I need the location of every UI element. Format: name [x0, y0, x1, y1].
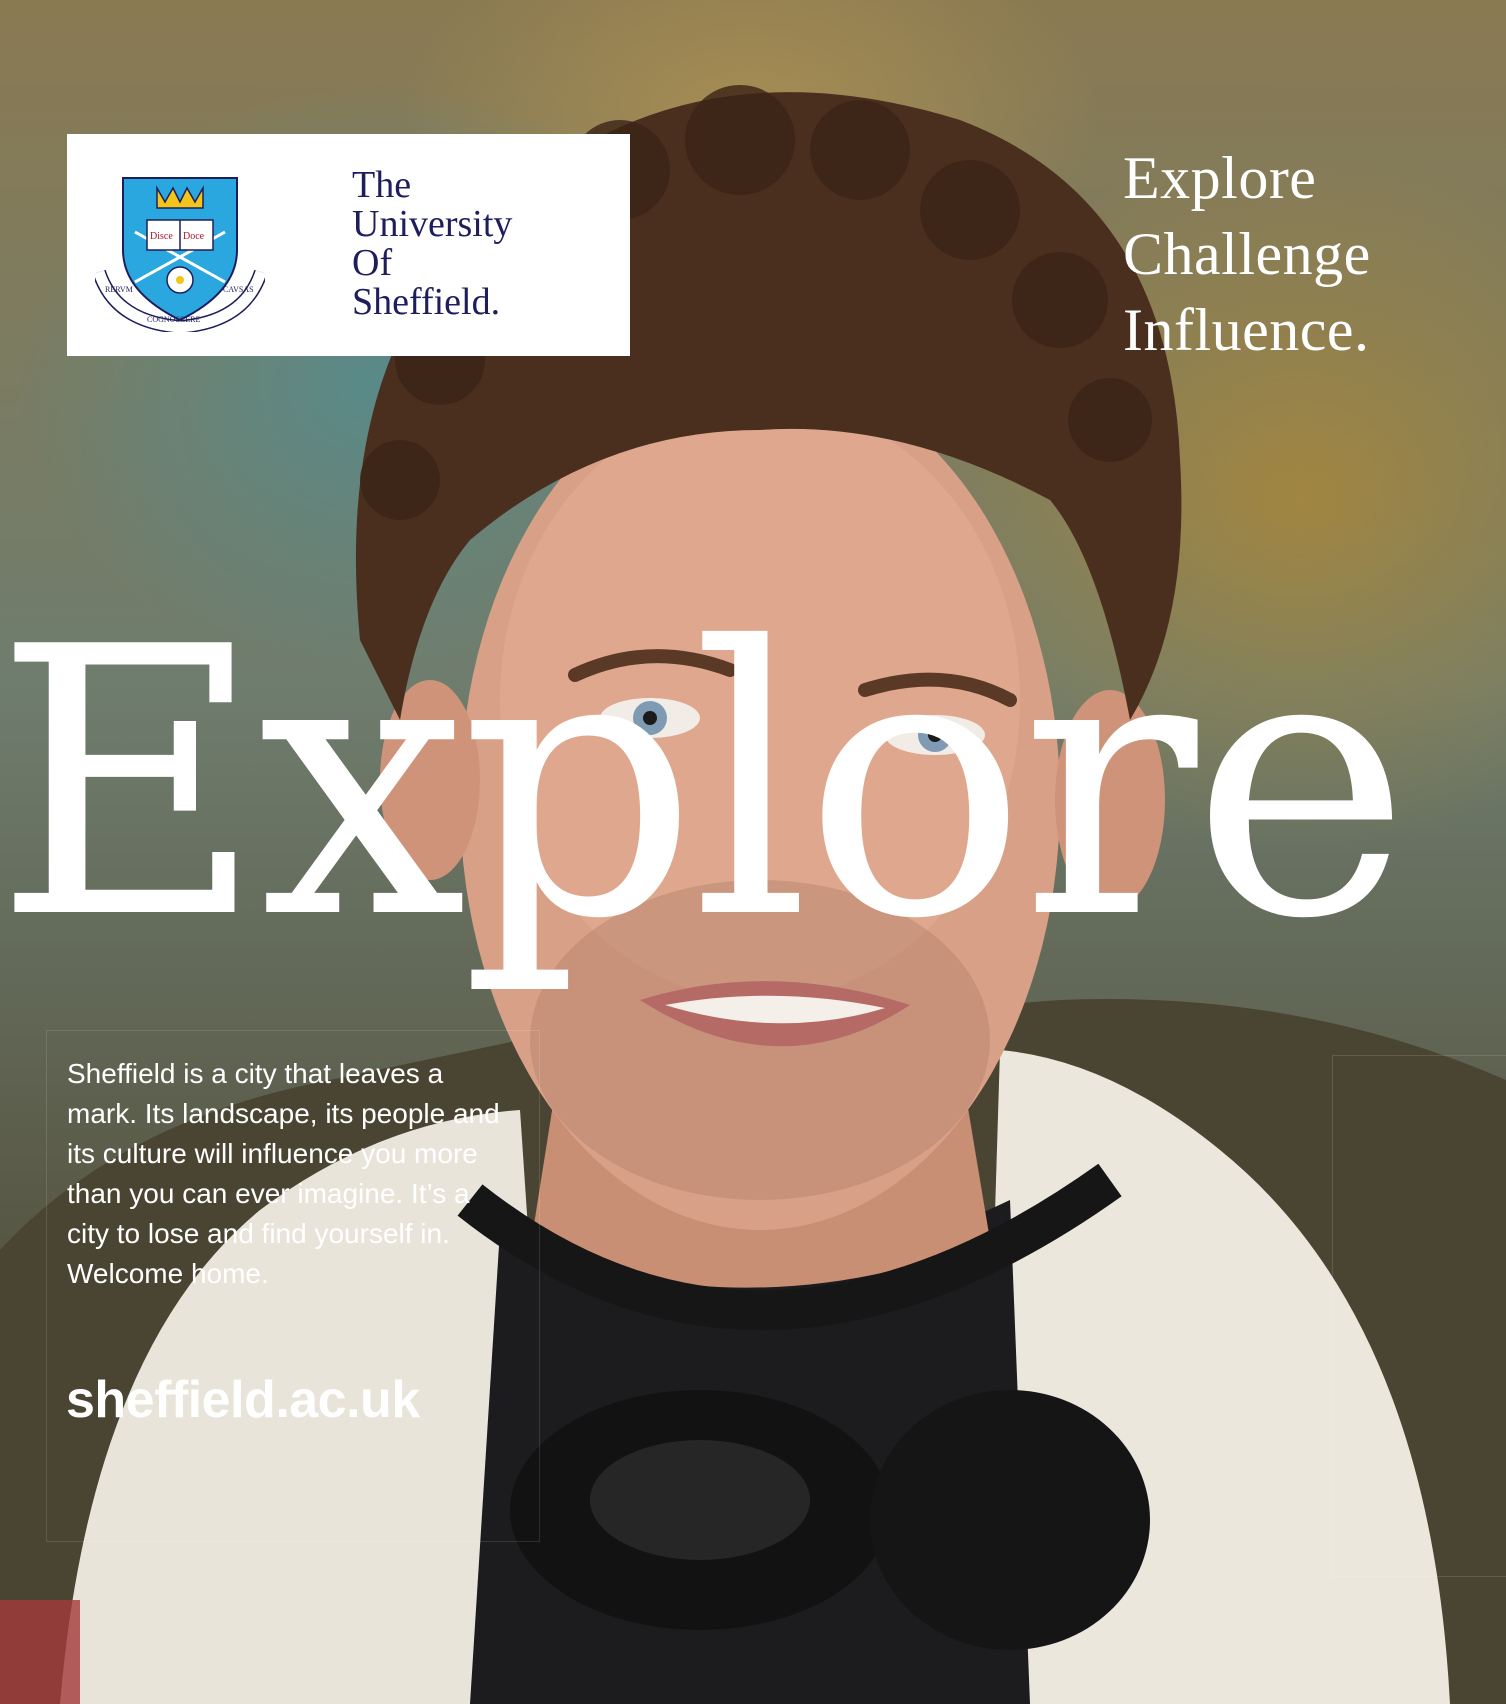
tagline: Explore Challenge Influence. [1123, 140, 1371, 368]
logo-line-1: The [352, 164, 412, 206]
svg-text:RERVM: RERVM [105, 285, 133, 294]
body-text: Sheffield is a city that leaves a mark. … [67, 1058, 500, 1289]
svg-text:Disce: Disce [150, 231, 173, 242]
tagline-influence: Influence. [1123, 297, 1370, 363]
logo-line-3: Of [352, 242, 393, 284]
svg-text:Doce: Doce [183, 231, 205, 242]
university-logo[interactable]: Disce Doce RERVM COGNOSCERE CAVSAS The U… [67, 134, 630, 356]
guide-frame [1332, 1055, 1506, 1577]
logo-line-4: Sheffield. [352, 281, 501, 323]
poster: Disce Doce RERVM COGNOSCERE CAVSAS The U… [0, 0, 1506, 1704]
svg-text:CAVSAS: CAVSAS [223, 285, 254, 294]
university-wordmark: The University Of Sheffield. [352, 166, 512, 322]
website-link[interactable]: sheffield.ac.uk [66, 1370, 420, 1430]
svg-text:COGNOSCERE: COGNOSCERE [147, 315, 200, 324]
university-crest-icon: Disce Doce RERVM COGNOSCERE CAVSAS [95, 177, 265, 332]
tagline-challenge: Challenge [1123, 221, 1371, 287]
headline: Explore [0, 570, 1411, 1000]
logo-line-2: University [352, 203, 513, 245]
tagline-explore: Explore [1123, 145, 1317, 211]
